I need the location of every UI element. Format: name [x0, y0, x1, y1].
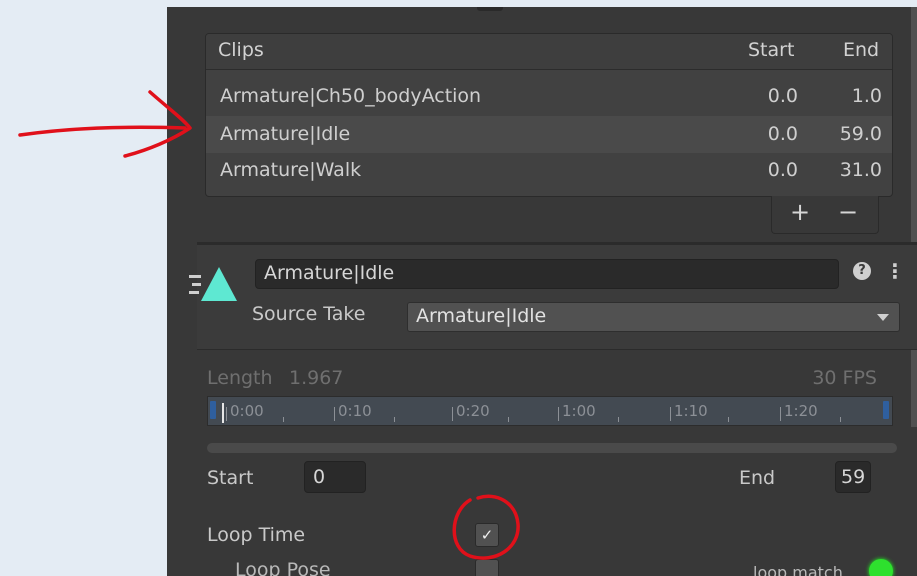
annotation-overlay	[18, 90, 520, 560]
red-circle-annotation	[452, 494, 520, 560]
red-arrow-annotation	[18, 90, 192, 158]
